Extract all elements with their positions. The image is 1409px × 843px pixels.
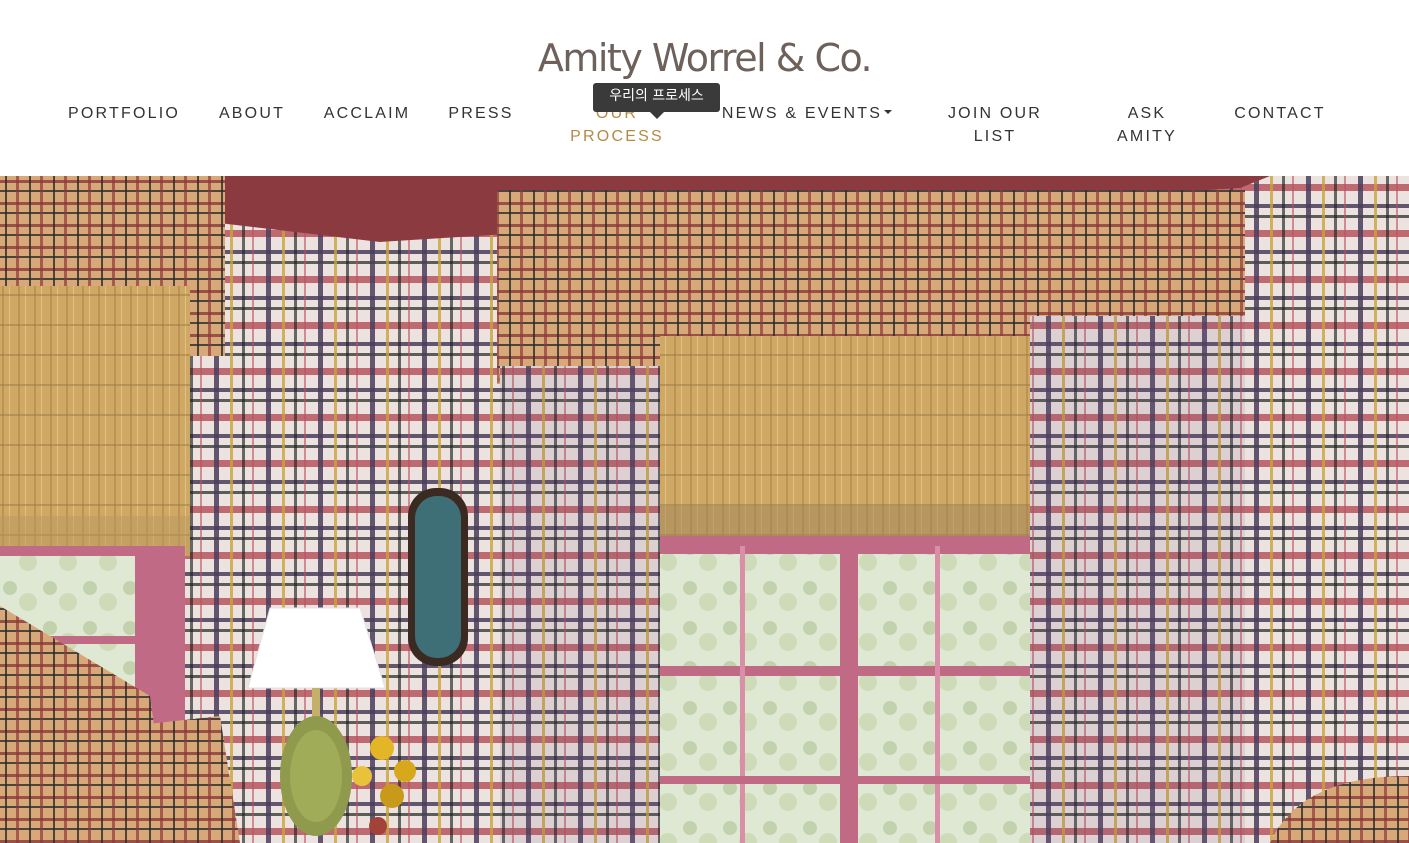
- nav-news-events-label: NEWS & EVENTS: [721, 105, 883, 122]
- nav-join-our-list[interactable]: JOIN OUR LIST: [945, 102, 1045, 148]
- nav-join-line2: LIST: [973, 128, 1017, 145]
- nav-acclaim[interactable]: ACCLAIM: [323, 102, 411, 125]
- nav-ask-amity[interactable]: ASK AMITY: [1112, 102, 1182, 148]
- nav-news-events[interactable]: NEWS & EVENTS: [721, 102, 893, 125]
- nav-tooltip: 우리의 프로세스: [593, 83, 720, 112]
- tooltip-arrow: [650, 112, 664, 119]
- nav-ask-line1: ASK: [1127, 105, 1167, 122]
- hero-image: [0, 176, 1409, 843]
- site-logo[interactable]: Amity Worrel & Co.: [0, 36, 1409, 80]
- site-header: Amity Worrel & Co. PORTFOLIO ABOUT ACCLA…: [0, 0, 1409, 176]
- nav-our-process-line2: PROCESS: [570, 128, 664, 145]
- hero-room-illustration: [0, 176, 1409, 843]
- caret-down-icon: [884, 110, 893, 115]
- nav-ask-line2: AMITY: [1117, 128, 1177, 145]
- nav-contact[interactable]: CONTACT: [1233, 102, 1327, 125]
- nav-join-line1: JOIN OUR: [947, 105, 1043, 122]
- nav-press[interactable]: PRESS: [448, 102, 514, 125]
- nav-about[interactable]: ABOUT: [218, 102, 286, 125]
- nav-portfolio[interactable]: PORTFOLIO: [68, 102, 180, 125]
